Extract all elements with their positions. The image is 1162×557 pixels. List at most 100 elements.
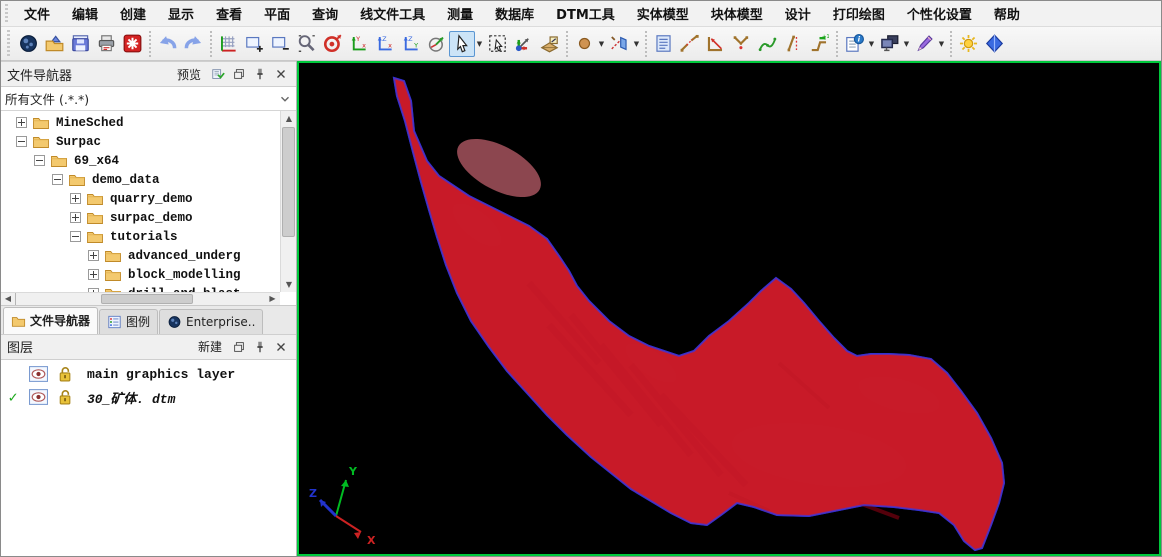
redo-icon[interactable] [180, 31, 206, 57]
undo-icon[interactable] [154, 31, 180, 57]
data-point-icon[interactable] [319, 31, 345, 57]
select-mode-icon-dropdown[interactable]: ▼ [475, 31, 484, 57]
tree-expander-minus-icon[interactable] [70, 231, 81, 242]
close-panel-icon[interactable] [272, 65, 290, 83]
menu-16[interactable]: 个性化设置 [896, 1, 983, 26]
menu-11[interactable]: DTM工具 [545, 1, 626, 26]
file-filter-combobox[interactable]: 所有文件 (.*.*) [1, 87, 296, 111]
tree-hscroll-thumb[interactable] [101, 294, 193, 304]
tree-item-demo_data[interactable]: demo_data [1, 170, 280, 189]
tree-expander-plus-icon[interactable] [16, 117, 27, 128]
renumber-line-icon[interactable]: +1 [806, 31, 832, 57]
menu-9[interactable]: 测量 [436, 1, 484, 26]
layer-lock-icon[interactable] [52, 389, 76, 405]
split-line-icon[interactable] [728, 31, 754, 57]
tree-expander-minus-icon[interactable] [16, 136, 27, 147]
tree-vscroll-thumb[interactable] [282, 127, 295, 237]
scroll-right-icon[interactable]: ▶ [265, 293, 280, 305]
scroll-up-icon[interactable]: ▲ [281, 111, 296, 126]
chevron-down-icon[interactable] [278, 92, 292, 106]
view-xz-icon[interactable]: Zx [371, 31, 397, 57]
tree-expander-plus-icon[interactable] [88, 269, 99, 280]
tree-expander-plus-icon[interactable] [88, 250, 99, 261]
zoom-window-icon[interactable] [293, 31, 319, 57]
zoom-in-icon[interactable] [241, 31, 267, 57]
tree-item-tutorials[interactable]: tutorials [1, 227, 280, 246]
tree-item-69_x64[interactable]: 69_x64 [1, 151, 280, 170]
layer-row-2[interactable]: ✓30_矿体. dtm [1, 386, 296, 409]
edit-pencil-icon-dropdown[interactable]: ▼ [937, 31, 946, 57]
menu-5[interactable]: 查看 [205, 1, 253, 26]
save-icon[interactable] [67, 31, 93, 57]
tree-expander-plus-icon[interactable] [70, 212, 81, 223]
tab-图例[interactable]: 图例 [99, 309, 158, 334]
scroll-left-icon[interactable]: ◀ [1, 293, 16, 305]
cut-line-icon[interactable] [780, 31, 806, 57]
tree-vertical-scrollbar[interactable]: ▲ ▼ [280, 111, 296, 292]
print-icon[interactable] [93, 31, 119, 57]
tree-item-surpac_demo[interactable]: surpac_demo [1, 208, 280, 227]
tree-item-drill_and_blast[interactable]: drill_and_blast [1, 284, 280, 292]
point-marker-icon[interactable] [571, 31, 597, 57]
menu-10[interactable]: 数据库 [484, 1, 545, 26]
pin-panel-icon[interactable] [251, 65, 269, 83]
render-icon[interactable] [981, 31, 1007, 57]
digitise-icon-dropdown[interactable]: ▼ [632, 31, 641, 57]
box-select-icon[interactable] [484, 31, 510, 57]
menu-15[interactable]: 打印绘图 [822, 1, 896, 26]
menu-7[interactable]: 查询 [301, 1, 349, 26]
tree-item-quarry_demo[interactable]: quarry_demo [1, 189, 280, 208]
scroll-down-icon[interactable]: ▼ [281, 277, 296, 292]
open-file-icon[interactable] [41, 31, 67, 57]
menu-8[interactable]: 线文件工具 [349, 1, 436, 26]
move-3d-icon[interactable] [510, 31, 536, 57]
globe-icon[interactable] [15, 31, 41, 57]
reset-graphics-icon[interactable] [119, 31, 145, 57]
tree-item-Surpac[interactable]: Surpac [1, 132, 280, 151]
select-mode-icon[interactable] [449, 31, 475, 57]
view-zy-icon[interactable]: ZY [397, 31, 423, 57]
layer-active-checkbox[interactable]: ✓ [1, 388, 25, 407]
lighting-icon[interactable] [955, 31, 981, 57]
menu-2[interactable]: 编辑 [61, 1, 109, 26]
rotate-view-icon[interactable] [423, 31, 449, 57]
menu-6[interactable]: 平面 [253, 1, 301, 26]
string-doc-icon[interactable] [650, 31, 676, 57]
layer-row-1[interactable]: main graphics layer [1, 363, 296, 386]
smooth-line-icon[interactable] [754, 31, 780, 57]
tree-expander-minus-icon[interactable] [52, 174, 63, 185]
preview-button[interactable]: 预览 [172, 65, 206, 84]
grid-axes-icon[interactable] [215, 31, 241, 57]
edit-pencil-icon[interactable] [911, 31, 937, 57]
tree-expander-minus-icon[interactable] [34, 155, 45, 166]
menu-grip[interactable] [3, 4, 11, 24]
menu-12[interactable]: 实体模型 [626, 1, 700, 26]
graphics-viewport[interactable]: Y Z X [297, 61, 1161, 556]
menu-14[interactable]: 设计 [774, 1, 822, 26]
menu-1[interactable]: 文件 [13, 1, 61, 26]
float-panel-icon[interactable] [230, 65, 248, 83]
menu-13[interactable]: 块体模型 [700, 1, 774, 26]
menu-3[interactable]: 创建 [109, 1, 157, 26]
tab-Enterprise..[interactable]: Enterprise.. [159, 309, 263, 334]
break-line-icon[interactable] [676, 31, 702, 57]
displays-icon[interactable] [876, 31, 902, 57]
layer-lock-icon[interactable] [52, 366, 76, 382]
layer-visibility-eye-icon[interactable] [25, 389, 52, 405]
plane-view-icon[interactable] [536, 31, 562, 57]
close-line-icon[interactable] [702, 31, 728, 57]
point-marker-icon-dropdown[interactable]: ▼ [597, 31, 606, 57]
toolbar-grip[interactable] [5, 30, 13, 56]
menu-17[interactable]: 帮助 [983, 1, 1031, 26]
layer-visibility-eye-icon[interactable] [25, 366, 52, 382]
tree-item-MineSched[interactable]: MineSched [1, 113, 280, 132]
view-xy-icon[interactable]: Yx [345, 31, 371, 57]
tree-item-advanced_underg[interactable]: advanced_underg [1, 246, 280, 265]
new-layer-button[interactable]: 新建 [193, 337, 227, 356]
paste-preview-icon[interactable] [209, 65, 227, 83]
digitise-icon[interactable] [606, 31, 632, 57]
properties-icon-dropdown[interactable]: ▼ [867, 31, 876, 57]
tab-文件导航器[interactable]: 文件导航器 [3, 307, 98, 334]
tree-expander-plus-icon[interactable] [70, 193, 81, 204]
tree-horizontal-scrollbar[interactable]: ◀ ▶ [1, 292, 280, 305]
